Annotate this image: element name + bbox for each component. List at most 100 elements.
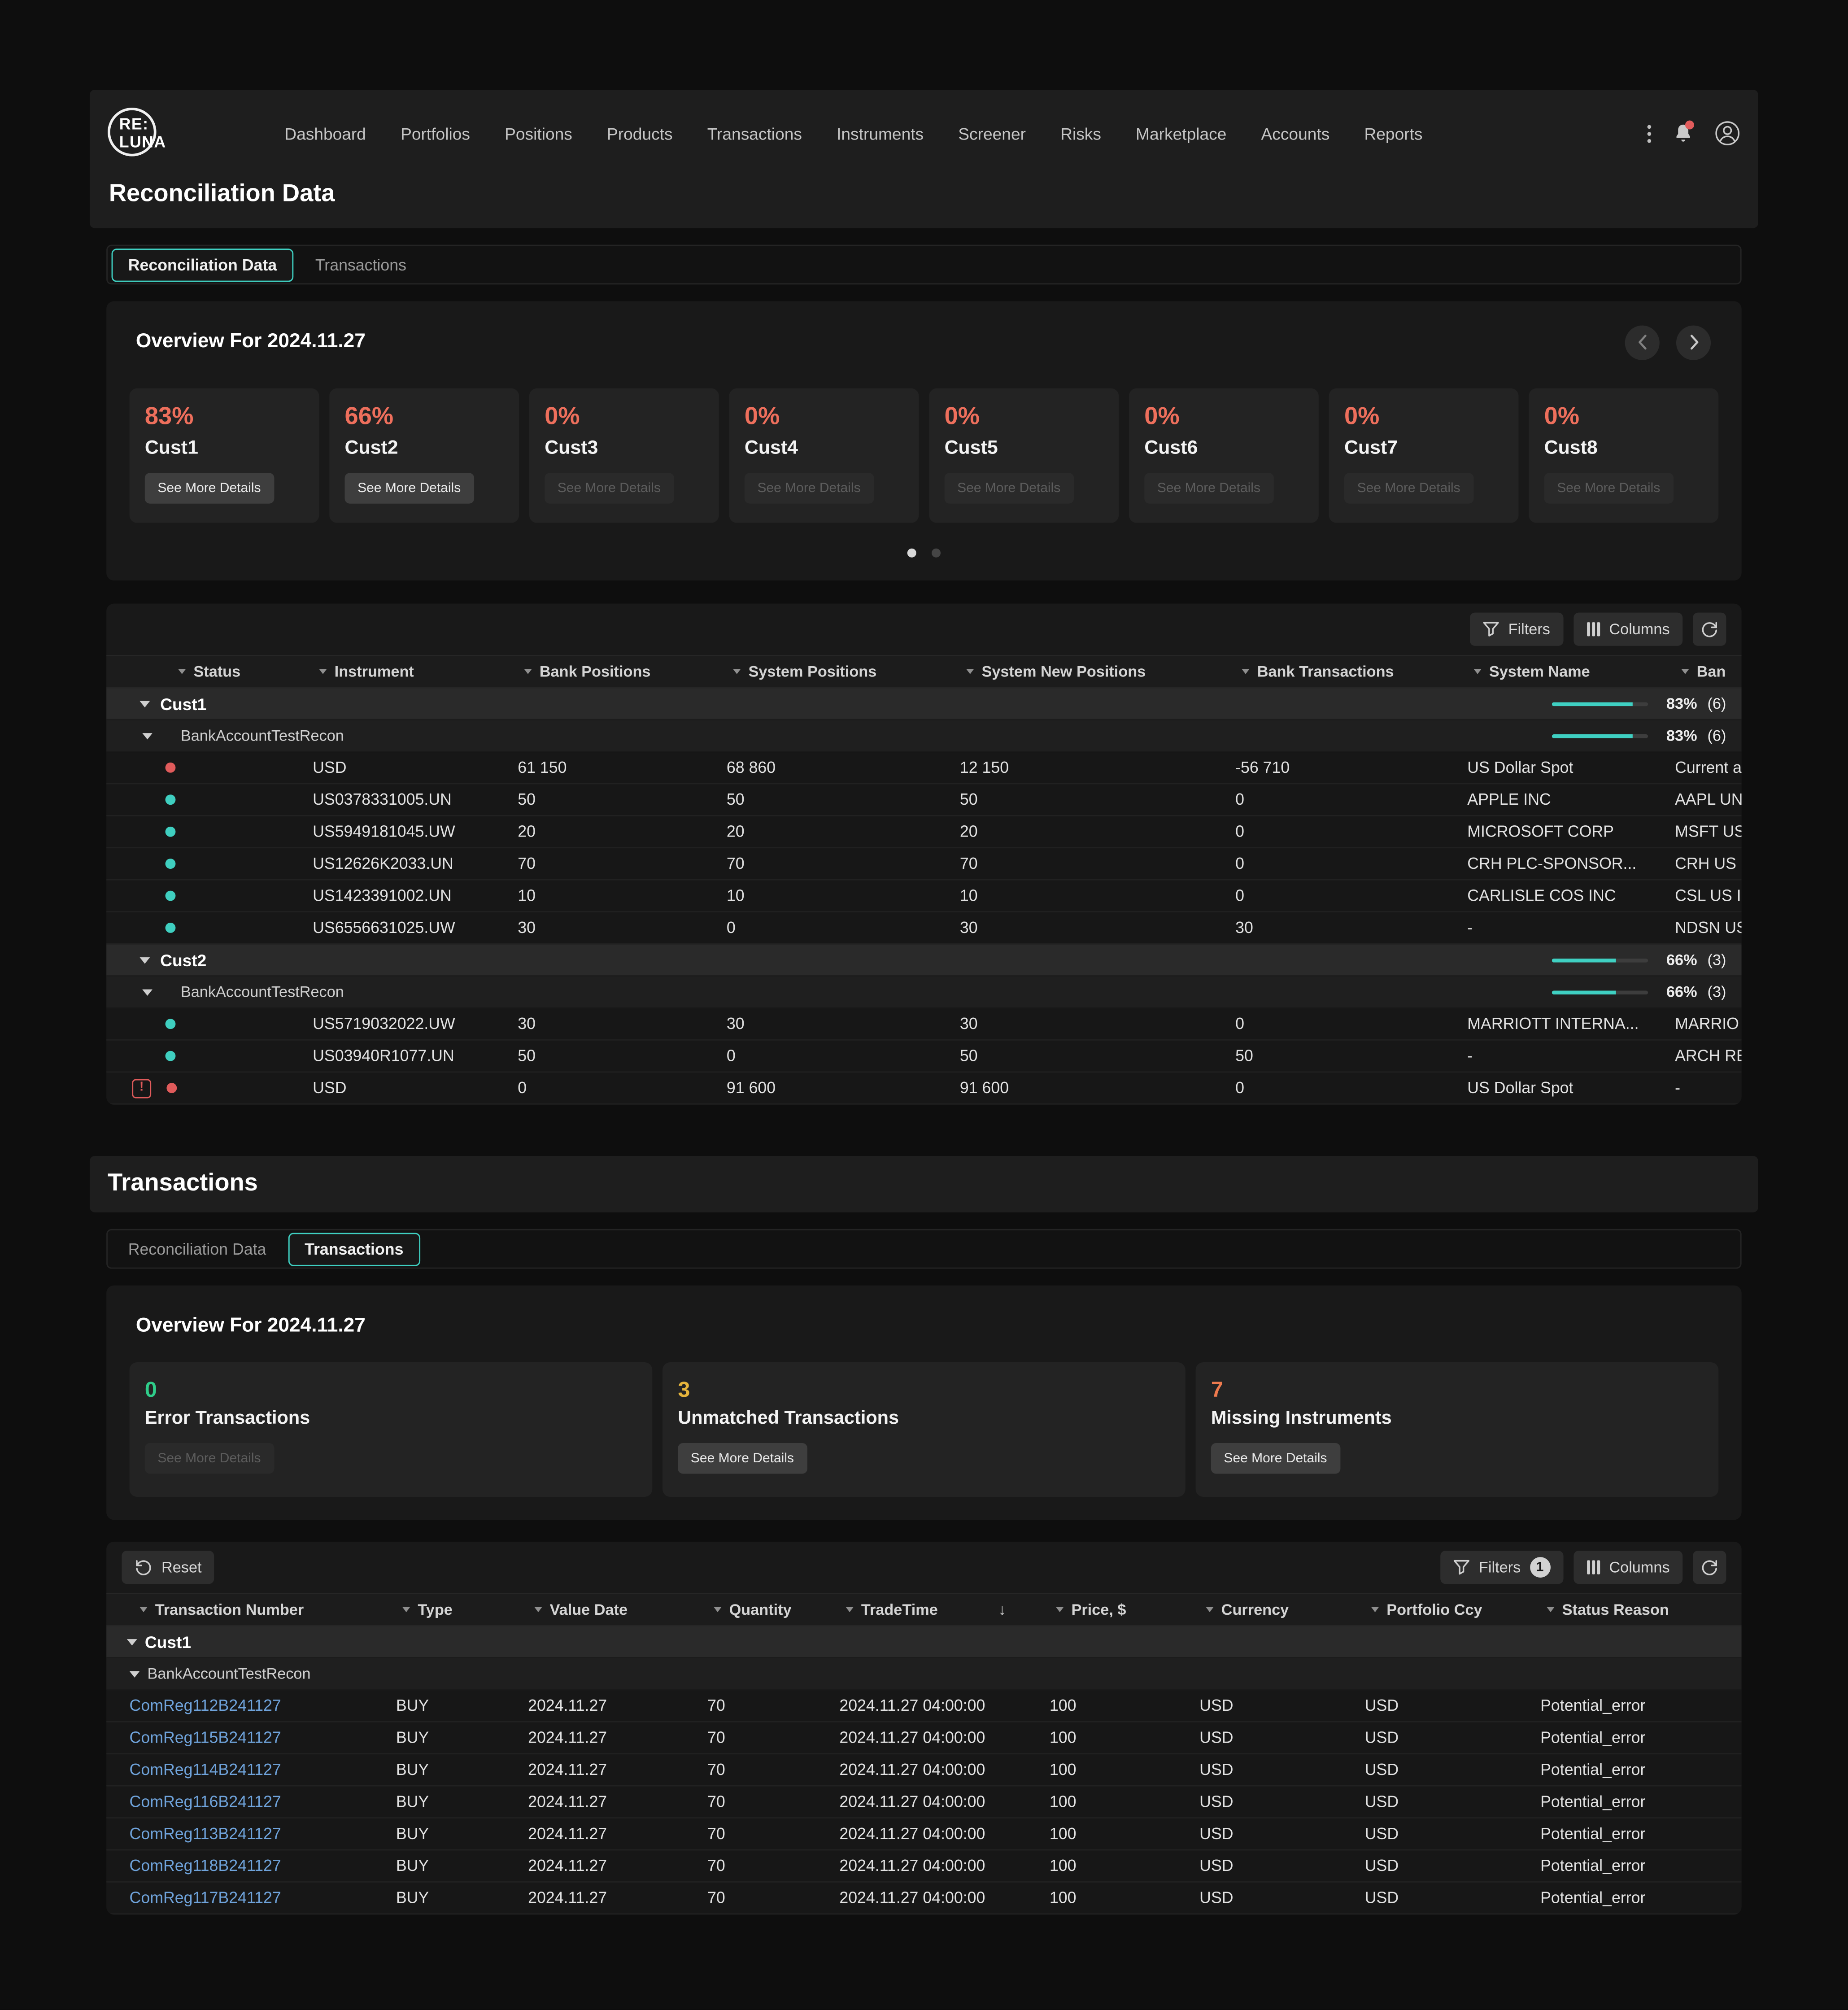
see-more-details-button[interactable]: See More Details: [345, 473, 474, 504]
transaction-link[interactable]: ComReg115B241127: [130, 1729, 281, 1747]
column-menu-icon[interactable]: [966, 669, 974, 674]
column-header-status-reason[interactable]: Status Reason: [1538, 1600, 1741, 1618]
column-menu-icon[interactable]: [733, 669, 741, 674]
transaction-row[interactable]: ComReg117B241127BUY2024.11.27702024.11.2…: [106, 1883, 1742, 1914]
transaction-row[interactable]: ComReg118B241127BUY2024.11.27702024.11.2…: [106, 1851, 1742, 1883]
group-row-cust1[interactable]: Cust1: [106, 1626, 1742, 1658]
column-header-bank-positions[interactable]: Bank Positions: [515, 663, 724, 680]
column-header-system-new-positions[interactable]: System New Positions: [957, 663, 1233, 680]
column-header-transaction-number[interactable]: Transaction Number: [106, 1600, 393, 1618]
transaction-link[interactable]: ComReg118B241127: [130, 1857, 281, 1875]
transaction-link[interactable]: ComReg114B241127: [130, 1761, 281, 1779]
nav-item-transactions[interactable]: Transactions: [707, 124, 802, 143]
nav-item-positions[interactable]: Positions: [505, 124, 572, 143]
carousel-next-button[interactable]: [1676, 325, 1711, 359]
transaction-link[interactable]: ComReg116B241127: [130, 1793, 281, 1811]
transaction-link[interactable]: ComReg113B241127: [130, 1825, 281, 1843]
position-row[interactable]: US12626K2033.UN7070700CRH PLC-SPONSOR...…: [106, 848, 1742, 880]
see-more-details-button[interactable]: See More Details: [678, 1443, 806, 1474]
subgroup-row[interactable]: BankAccountTestRecon66%(3): [106, 977, 1742, 1008]
column-header-system-name[interactable]: System Name: [1465, 663, 1673, 680]
column-header-portfolio-ccy[interactable]: Portfolio Ccy: [1362, 1600, 1538, 1618]
subgroup-row[interactable]: BankAccountTestRecon83%(6): [106, 720, 1742, 752]
carousel-prev-button[interactable]: [1625, 325, 1660, 359]
column-menu-icon[interactable]: [1056, 1607, 1063, 1612]
transaction-row[interactable]: ComReg115B241127BUY2024.11.27702024.11.2…: [106, 1722, 1742, 1754]
expand-icon[interactable]: [130, 1670, 140, 1677]
column-header-currency[interactable]: Currency: [1197, 1600, 1362, 1618]
column-menu-icon[interactable]: [714, 1607, 721, 1612]
column-menu-icon[interactable]: [402, 1607, 410, 1612]
see-more-details-button[interactable]: See More Details: [1211, 1443, 1340, 1474]
position-row[interactable]: USD091 60091 6000US Dollar Spot-: [106, 1073, 1742, 1104]
column-header-value-date[interactable]: Value Date: [525, 1600, 705, 1618]
nav-item-dashboard[interactable]: Dashboard: [284, 124, 366, 143]
expand-icon[interactable]: [127, 1639, 137, 1645]
column-menu-icon[interactable]: [1206, 1607, 1213, 1612]
column-header-system-positions[interactable]: System Positions: [724, 663, 957, 680]
notifications-button[interactable]: [1674, 123, 1693, 144]
nav-item-risks[interactable]: Risks: [1060, 124, 1101, 143]
nav-item-reports[interactable]: Reports: [1364, 124, 1422, 143]
reset-button[interactable]: Reset: [122, 1551, 214, 1584]
column-menu-icon[interactable]: [1371, 1607, 1379, 1612]
column-menu-icon[interactable]: [524, 669, 532, 674]
account-button[interactable]: [1715, 121, 1740, 146]
refresh-button[interactable]: [1693, 1551, 1726, 1584]
column-header-quantity[interactable]: Quantity: [705, 1600, 837, 1618]
app-logo[interactable]: RE: LUNA: [108, 106, 187, 160]
position-row[interactable]: USD61 15068 86012 150-56 710US Dollar Sp…: [106, 752, 1742, 784]
position-row[interactable]: US0378331005.UN5050500APPLE INCAAPL UN: [106, 784, 1742, 816]
position-row[interactable]: US03940R1077.UN5005050-ARCH RE: [106, 1041, 1742, 1073]
transaction-row[interactable]: ComReg113B241127BUY2024.11.27702024.11.2…: [106, 1818, 1742, 1850]
column-menu-icon[interactable]: [1474, 669, 1482, 674]
column-header-instrument[interactable]: Instrument: [310, 663, 515, 680]
expand-icon[interactable]: [142, 989, 153, 995]
column-header-tradetime[interactable]: TradeTime: [837, 1600, 1047, 1618]
nav-item-screener[interactable]: Screener: [958, 124, 1026, 143]
nav-item-marketplace[interactable]: Marketplace: [1136, 124, 1226, 143]
tab-reconciliation-data[interactable]: Reconciliation Data: [112, 248, 294, 281]
column-menu-icon[interactable]: [1242, 669, 1249, 674]
position-row[interactable]: US5719032022.UW3030300MARRIOTT INTERNA..…: [106, 1008, 1742, 1040]
nav-item-portfolios[interactable]: Portfolios: [401, 124, 470, 143]
column-menu-icon[interactable]: [1681, 669, 1689, 674]
expand-icon[interactable]: [142, 732, 153, 739]
column-header-price[interactable]: Price, $: [1047, 1600, 1197, 1618]
more-menu-button[interactable]: [1647, 124, 1652, 143]
transaction-row[interactable]: ComReg116B241127BUY2024.11.27702024.11.2…: [106, 1787, 1742, 1818]
filters-button[interactable]: Filters 1: [1440, 1551, 1563, 1584]
column-menu-icon[interactable]: [178, 669, 186, 674]
columns-button[interactable]: Columns: [1573, 1551, 1682, 1584]
column-menu-icon[interactable]: [319, 669, 327, 674]
column-header-bank-transactions[interactable]: Bank Transactions: [1233, 663, 1464, 680]
nav-item-instruments[interactable]: Instruments: [837, 124, 924, 143]
group-row-cust1[interactable]: Cust183%(6): [106, 688, 1742, 720]
tab-transactions[interactable]: Transactions: [299, 248, 423, 281]
column-menu-icon[interactable]: [534, 1607, 542, 1612]
tab-reconciliation-data-2[interactable]: Reconciliation Data: [112, 1232, 283, 1265]
carousel-dot-2[interactable]: [932, 549, 941, 558]
nav-item-products[interactable]: Products: [607, 124, 673, 143]
column-menu-icon[interactable]: [846, 1607, 854, 1612]
column-header-type[interactable]: Type: [393, 1600, 525, 1618]
see-more-details-button[interactable]: See More Details: [145, 473, 274, 504]
subgroup-row[interactable]: BankAccountTestRecon: [106, 1658, 1742, 1690]
tab-transactions-2[interactable]: Transactions: [288, 1232, 420, 1265]
column-menu-icon[interactable]: [139, 1607, 147, 1612]
column-menu-icon[interactable]: [1547, 1607, 1554, 1612]
columns-button[interactable]: Columns: [1573, 613, 1682, 646]
refresh-button[interactable]: [1693, 613, 1726, 646]
group-row-cust2[interactable]: Cust266%(3): [106, 945, 1742, 977]
position-row[interactable]: US6556631025.UW3003030-NDSN US: [106, 912, 1742, 944]
sort-desc-icon[interactable]: [998, 1600, 1006, 1618]
carousel-dot-1[interactable]: [907, 549, 916, 558]
filters-button[interactable]: Filters: [1470, 613, 1563, 646]
transaction-row[interactable]: ComReg112B241127BUY2024.11.27702024.11.2…: [106, 1690, 1742, 1722]
transaction-row[interactable]: ComReg114B241127BUY2024.11.27702024.11.2…: [106, 1754, 1742, 1786]
expand-icon[interactable]: [139, 700, 150, 706]
nav-item-accounts[interactable]: Accounts: [1261, 124, 1330, 143]
column-header-status[interactable]: Status: [106, 663, 310, 680]
transaction-link[interactable]: ComReg117B241127: [130, 1889, 281, 1907]
column-header-ban[interactable]: Ban: [1672, 663, 1741, 680]
